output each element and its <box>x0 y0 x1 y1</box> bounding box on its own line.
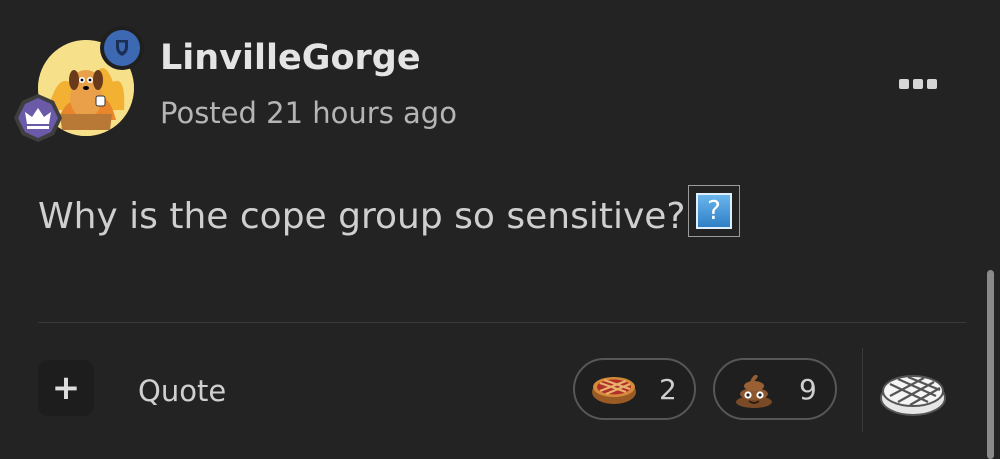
crown-rank-icon <box>14 94 62 142</box>
post-body: Why is the cope group so sensitive? <box>38 196 686 237</box>
scrollbar[interactable] <box>987 270 994 459</box>
reaction-separator <box>862 348 863 432</box>
shield-icon <box>116 40 128 56</box>
poop-icon <box>727 369 781 409</box>
moderator-badge <box>100 26 144 70</box>
add-reaction-pie-icon[interactable] <box>878 364 948 420</box>
username-link[interactable]: LinvilleGorge <box>160 38 421 78</box>
pie-icon <box>587 369 641 409</box>
post-timestamp: Posted 21 hours ago <box>160 96 457 130</box>
reaction-pie-button[interactable]: 2 <box>573 358 696 420</box>
more-options-icon[interactable] <box>899 75 939 93</box>
avatar-group <box>14 26 144 142</box>
quote-button[interactable]: Quote <box>138 374 226 408</box>
forum-post: LinvilleGorge Posted 21 hours ago Why is… <box>0 0 1000 459</box>
multiquote-add-button[interactable]: + <box>38 360 94 416</box>
reaction-pie-count: 2 <box>659 372 677 406</box>
divider <box>38 322 966 323</box>
reaction-poop-button[interactable]: 9 <box>713 358 837 420</box>
reaction-poop-count: 9 <box>799 372 817 406</box>
question-mark-glyph: ? <box>696 193 732 229</box>
question-mark-emoji-icon: ? <box>688 185 740 237</box>
